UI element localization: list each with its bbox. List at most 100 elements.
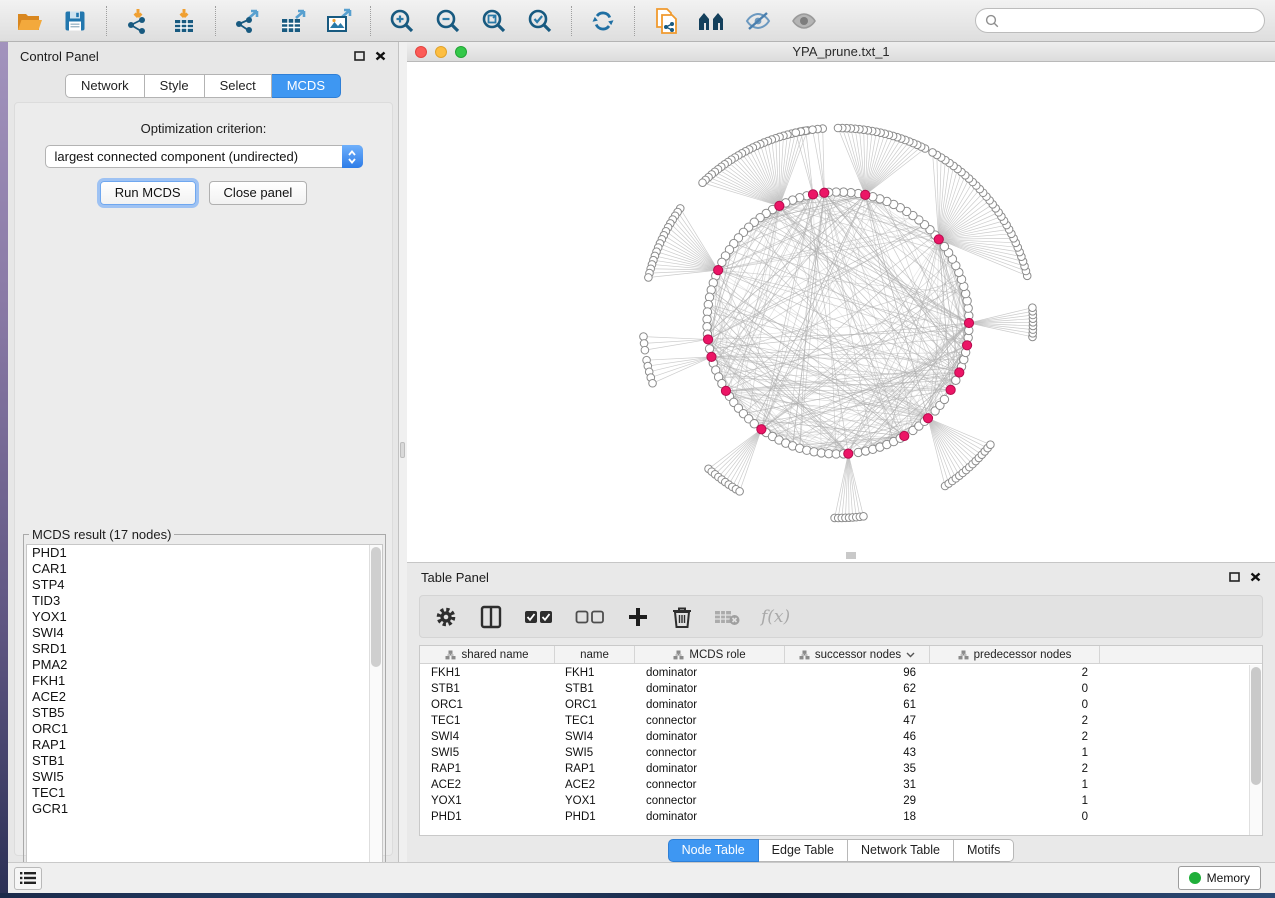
close-panel-icon[interactable] (375, 51, 386, 61)
hide-selected-button[interactable] (739, 4, 777, 38)
tab-network-table[interactable]: Network Table (848, 839, 954, 862)
graph-node[interactable] (808, 190, 817, 199)
mcds-result-item[interactable]: SWI5 (27, 769, 382, 785)
show-columns-button[interactable] (479, 604, 503, 630)
mcds-result-item[interactable]: SRD1 (27, 641, 382, 657)
graph-node[interactable] (721, 386, 730, 395)
graph-node[interactable] (987, 441, 995, 449)
graph-node[interactable] (707, 352, 716, 361)
mcds-result-item[interactable]: ACE2 (27, 689, 382, 705)
float-panel-icon[interactable] (1229, 572, 1240, 582)
graph-node[interactable] (714, 266, 723, 275)
column-header-predecessor-nodes[interactable]: predecessor nodes (930, 646, 1100, 663)
mcds-result-item[interactable]: YOX1 (27, 609, 382, 625)
search-input[interactable] (1005, 14, 1255, 28)
mcds-result-item[interactable]: GCR1 (27, 801, 382, 817)
graph-node[interactable] (775, 201, 784, 210)
splitter-grip[interactable] (400, 442, 405, 458)
table-row[interactable]: PHD1PHD1dominator180 (420, 809, 1249, 825)
tab-motifs[interactable]: Motifs (954, 839, 1014, 862)
zoom-out-button[interactable] (429, 4, 467, 38)
graph-node[interactable] (736, 488, 744, 496)
memory-button[interactable]: Memory (1178, 866, 1261, 890)
graph-node[interactable] (955, 368, 964, 377)
tab-select[interactable]: Select (205, 74, 272, 98)
graph-node[interactable] (844, 449, 853, 458)
show-all-button[interactable] (785, 4, 823, 38)
mcds-result-item[interactable]: PHD1 (27, 545, 382, 561)
graph-node[interactable] (645, 274, 653, 282)
graph-node[interactable] (699, 179, 707, 187)
table-scrollbar[interactable] (1249, 665, 1262, 835)
graph-node[interactable] (923, 414, 932, 423)
graph-node[interactable] (820, 188, 829, 197)
mcds-result-item[interactable]: FKH1 (27, 673, 382, 689)
sort-chevron-icon[interactable] (906, 652, 915, 658)
close-panel-button[interactable]: Close panel (209, 181, 308, 205)
table-row[interactable]: ACE2ACE2connector311 (420, 777, 1249, 793)
tab-node-table[interactable]: Node Table (668, 839, 759, 862)
import-network-button[interactable] (119, 4, 157, 38)
mcds-result-item[interactable]: CAR1 (27, 561, 382, 577)
mcds-result-item[interactable]: RAP1 (27, 737, 382, 753)
mcds-result-item[interactable]: STB5 (27, 705, 382, 721)
table-row[interactable]: STB1STB1dominator620 (420, 681, 1249, 697)
mcds-list-scrollbar[interactable] (369, 545, 382, 889)
mcds-result-item[interactable]: STB1 (27, 753, 382, 769)
graph-node[interactable] (809, 126, 817, 134)
column-header-name[interactable]: name (555, 646, 635, 663)
export-table-button[interactable] (274, 4, 312, 38)
add-column-button[interactable] (626, 605, 650, 629)
tab-network[interactable]: Network (65, 74, 145, 98)
mcds-result-item[interactable]: SWI4 (27, 625, 382, 641)
mcds-result-item[interactable]: ORC1 (27, 721, 382, 737)
graph-node[interactable] (792, 129, 800, 137)
table-options-button[interactable] (434, 605, 458, 629)
column-header-successor-nodes[interactable]: successor nodes (785, 646, 930, 663)
graph-node[interactable] (860, 513, 868, 521)
task-history-button[interactable] (14, 867, 42, 890)
export-image-button[interactable] (320, 4, 358, 38)
graph-node[interactable] (834, 124, 842, 132)
graph-node[interactable] (861, 190, 870, 199)
export-network-button[interactable] (228, 4, 266, 38)
delete-column-button[interactable] (671, 605, 693, 629)
table-row[interactable]: ORC1ORC1dominator610 (420, 697, 1249, 713)
save-session-button[interactable] (56, 4, 94, 38)
float-panel-icon[interactable] (354, 51, 365, 61)
graph-node[interactable] (962, 341, 971, 350)
tab-mcds[interactable]: MCDS (272, 74, 341, 98)
graph-node[interactable] (641, 346, 649, 354)
graph-node[interactable] (964, 318, 973, 327)
close-panel-icon[interactable] (1250, 572, 1261, 582)
graph-node[interactable] (940, 395, 948, 403)
tab-edge-table[interactable]: Edge Table (759, 839, 848, 862)
mcds-result-item[interactable]: PMA2 (27, 657, 382, 673)
graph-node[interactable] (705, 345, 713, 353)
open-session-button[interactable] (10, 4, 48, 38)
network-canvas[interactable] (407, 62, 1275, 561)
graph-node[interactable] (940, 242, 948, 250)
column-header-mcds-role[interactable]: MCDS role (635, 646, 785, 663)
mcds-list-scroll-thumb[interactable] (371, 547, 381, 667)
graph-node[interactable] (703, 335, 712, 344)
mcds-result-item[interactable]: TEC1 (27, 785, 382, 801)
deselect-all-button[interactable] (575, 609, 605, 625)
tab-style[interactable]: Style (145, 74, 205, 98)
zoom-selected-button[interactable] (521, 4, 559, 38)
table-row[interactable]: FKH1FKH1dominator962 (420, 665, 1249, 681)
run-mcds-button[interactable]: Run MCDS (100, 181, 196, 205)
mcds-result-item[interactable]: STP4 (27, 577, 382, 593)
panel-splitter[interactable] (399, 42, 407, 862)
graph-node[interactable] (946, 385, 955, 394)
graph-node[interactable] (1029, 304, 1037, 312)
graph-node[interactable] (649, 379, 657, 387)
first-neighbors-button[interactable] (693, 4, 731, 38)
table-row[interactable]: SWI4SWI4dominator462 (420, 729, 1249, 745)
canvas-scroll-nub[interactable] (846, 552, 856, 559)
table-row[interactable]: TEC1TEC1connector472 (420, 713, 1249, 729)
mcds-result-item[interactable]: TID3 (27, 593, 382, 609)
zoom-in-button[interactable] (383, 4, 421, 38)
clone-network-button[interactable] (647, 4, 685, 38)
refresh-button[interactable] (584, 4, 622, 38)
